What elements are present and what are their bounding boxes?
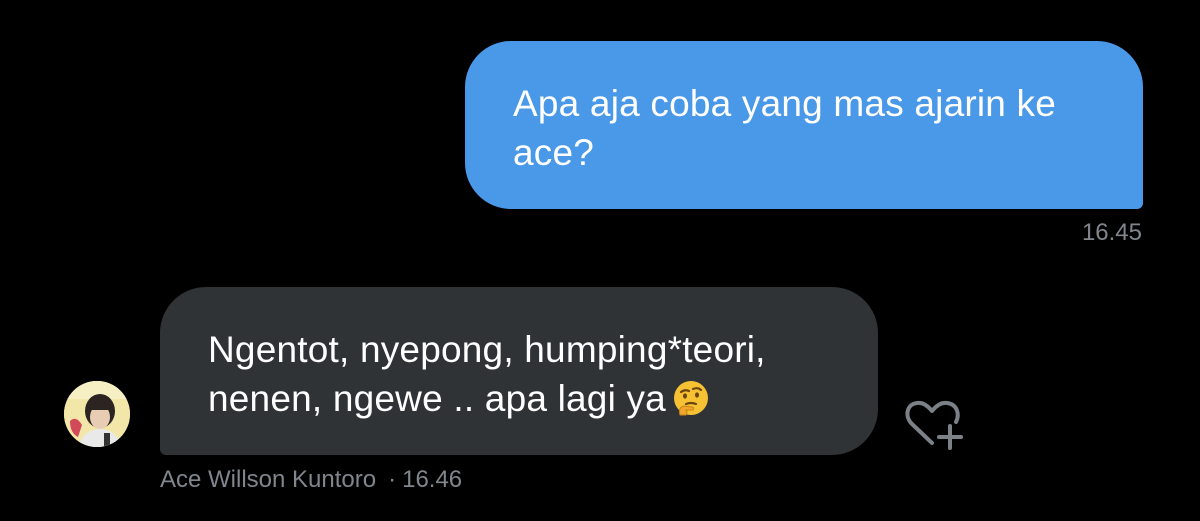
meta-separator: · [388,466,397,493]
incoming-message-text: Ngentot, nyepong, humping*teori, nenen, … [208,325,838,429]
incoming-message-bubble[interactable]: Ngentot, nyepong, humping*teori, nenen, … [160,287,878,455]
incoming-message-line-2: nenen, ngewe .. apa lagi ya [208,378,666,419]
react-heart-plus-button[interactable] [902,396,966,452]
outgoing-message-bubble[interactable]: Apa aja coba yang mas ajarin ke ace? [465,41,1143,209]
heart-plus-icon [905,400,963,450]
incoming-message-meta: Ace Willson Kuntoro · 16.46 [160,466,462,494]
thinking-face-emoji-icon [672,379,710,429]
avatar-image [64,381,130,447]
outgoing-message-time: 16.45 [1081,219,1142,246]
avatar[interactable] [64,381,130,447]
incoming-message-time: 16.46 [402,466,463,493]
outgoing-message-text: Apa aja coba yang mas ajarin ke ace? [513,83,1057,173]
incoming-message-line-2-wrap: nenen, ngewe .. apa lagi ya [208,374,838,429]
incoming-message-line-1: Ngentot, nyepong, humping*teori, [208,329,766,370]
sender-name[interactable]: Ace Willson Kuntoro [160,466,376,493]
